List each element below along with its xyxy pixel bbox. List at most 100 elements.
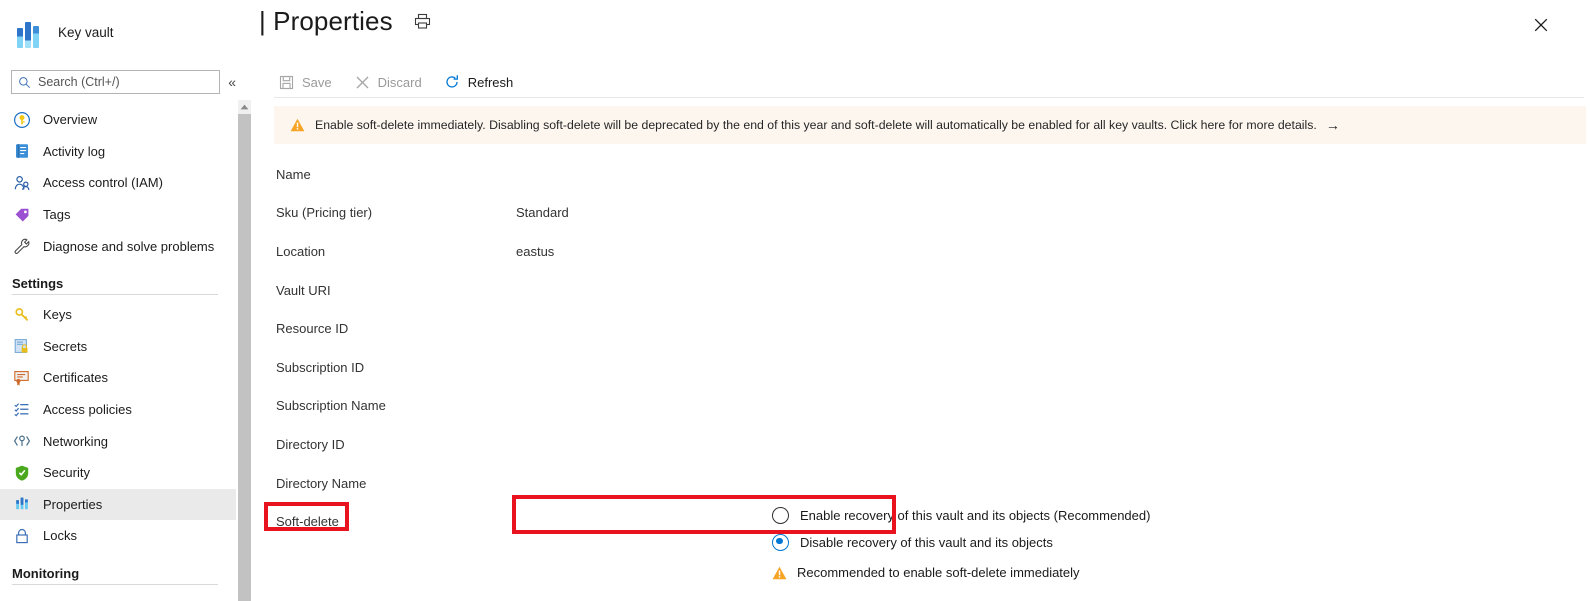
radio-enable-recovery[interactable]: Enable recovery of this vault and its ob…: [772, 502, 1150, 528]
sidebar-scrollbar[interactable]: [238, 100, 251, 601]
properties-icon: [12, 494, 32, 514]
sidebar-item-label: Locks: [43, 528, 77, 544]
property-row: Subscription ID: [274, 348, 1374, 387]
sidebar-item-overview[interactable]: Overview: [0, 104, 236, 136]
key-vault-icon: [12, 16, 44, 48]
property-label: Location: [276, 243, 326, 259]
refresh-label: Refresh: [467, 74, 514, 90]
sidebar-item-diagnose-and-solve-problems[interactable]: Diagnose and solve problems: [0, 230, 236, 262]
sidebar-section-divider: [12, 293, 218, 295]
property-row: Name: [274, 155, 1374, 194]
sidebar-item-label: Overview: [43, 112, 98, 128]
sidebar-item-label: Certificates: [43, 370, 109, 386]
access-policies-icon: [12, 400, 32, 420]
property-label: Directory ID: [276, 436, 345, 452]
sidebar-item-label: Networking: [43, 433, 109, 449]
sidebar-item-locks[interactable]: Locks: [0, 520, 236, 552]
certificate-icon: [12, 368, 32, 388]
shield-icon: [12, 463, 32, 483]
sidebar-item-networking[interactable]: Networking: [0, 425, 236, 457]
tags-icon: [12, 205, 32, 225]
activity-log-icon: [12, 141, 32, 161]
property-value: eastus: [516, 243, 555, 259]
resource-brand: Key vault: [12, 10, 114, 54]
close-icon: [1534, 18, 1548, 32]
sidebar-item-access-policies[interactable]: Access policies: [0, 394, 236, 426]
azure-portal-key-vault-properties: Key vault « Overview Activity log Access c…: [0, 0, 1590, 601]
property-row: Vault URI: [274, 271, 1374, 310]
radio-disable-recovery-label: Disable recovery of this vault and its o…: [800, 534, 1053, 550]
sidebar: Key vault « Overview Activity log Access c…: [0, 0, 236, 601]
print-icon[interactable]: [413, 12, 432, 36]
refresh-icon: [444, 74, 461, 91]
save-label: Save: [302, 74, 332, 90]
scroll-up-arrow-icon[interactable]: [238, 100, 251, 114]
overview-key-icon: [12, 110, 32, 130]
sidebar-item-keys[interactable]: Keys: [0, 299, 236, 331]
property-row: Directory ID: [274, 425, 1374, 464]
property-label: Sku (Pricing tier): [276, 205, 373, 221]
sidebar-item-access-control-iam[interactable]: Access control (IAM): [0, 167, 236, 199]
save-icon: [278, 74, 295, 91]
discard-button[interactable]: Discard: [354, 74, 422, 91]
radio-checked-icon[interactable]: [772, 533, 789, 551]
sidebar-section-divider: [12, 583, 218, 585]
sidebar-item-activity-log[interactable]: Activity log: [0, 136, 236, 168]
sidebar-item-label: Activity log: [43, 143, 106, 159]
warning-banner-text: Enable soft-delete immediately. Disablin…: [315, 118, 1317, 132]
search-input[interactable]: [36, 74, 214, 90]
soft-delete-recommendation-text: Recommended to enable soft-delete immedi…: [797, 565, 1080, 580]
sidebar-item-certificates[interactable]: Certificates: [0, 362, 236, 394]
collapse-sidebar-icon[interactable]: «: [228, 75, 236, 89]
page-title: | Properties: [259, 6, 393, 36]
lock-icon: [12, 526, 32, 546]
soft-delete-recommendation: Recommended to enable soft-delete immedi…: [772, 565, 1080, 580]
sidebar-nav-list: Overview Activity log Access control (IAM)…: [0, 104, 236, 601]
command-bar: Save Discard Refresh: [278, 68, 535, 96]
property-row: Resource ID: [274, 309, 1374, 348]
command-bar-divider: [274, 97, 1584, 98]
property-label: Subscription Name: [276, 398, 386, 414]
discard-label: Discard: [377, 74, 422, 90]
access-control-icon: [12, 173, 32, 193]
properties-list: Name Sku (Pricing tier) Standard Location ea…: [274, 155, 1374, 541]
sidebar-search-row: «: [11, 70, 236, 94]
sidebar-item-label: Tags: [43, 207, 71, 223]
sidebar-item-label: Access policies: [43, 402, 132, 418]
soft-delete-radio-group: Enable recovery of this vault and its ob…: [772, 502, 1150, 555]
sidebar-item-security[interactable]: Security: [0, 457, 236, 489]
property-label: Subscription ID: [276, 359, 365, 375]
radio-enable-recovery-label: Enable recovery of this vault and its ob…: [800, 507, 1151, 523]
sidebar-item-properties[interactable]: Properties: [0, 488, 236, 521]
property-row: Subscription Name: [274, 387, 1374, 426]
property-label: Name: [276, 166, 311, 182]
sidebar-section-settings: Settings: [12, 275, 64, 291]
refresh-button[interactable]: Refresh: [444, 74, 514, 91]
property-label: Soft-delete: [276, 514, 339, 530]
wrench-icon: [12, 236, 32, 256]
soft-delete-warning-banner[interactable]: Enable soft-delete immediately. Disablin…: [274, 106, 1586, 144]
sidebar-item-tags[interactable]: Tags: [0, 199, 236, 231]
sidebar-item-secrets[interactable]: Secrets: [0, 331, 236, 363]
radio-disable-recovery[interactable]: Disable recovery of this vault and its o…: [772, 529, 1150, 555]
radio-unchecked-icon[interactable]: [772, 506, 789, 524]
scrollbar-thumb[interactable]: [238, 114, 251, 601]
sidebar-item-label: Access control (IAM): [43, 175, 163, 191]
sidebar-item-label: Properties: [43, 496, 103, 512]
discard-icon: [354, 74, 371, 91]
resource-type-label: Key vault: [58, 24, 114, 40]
page-title-row: | Properties: [259, 6, 432, 37]
close-button[interactable]: [1530, 14, 1552, 36]
search-icon: [19, 76, 31, 88]
property-value: Standard: [516, 205, 569, 221]
property-row: Directory Name: [274, 464, 1374, 503]
property-row: Location eastus: [274, 232, 1374, 271]
warning-icon: [772, 566, 787, 579]
search-box[interactable]: [11, 70, 221, 94]
sidebar-item-label: Keys: [43, 307, 72, 323]
networking-icon: [12, 431, 32, 451]
warning-banner-arrow-icon[interactable]: →: [1326, 117, 1340, 133]
property-label: Vault URI: [276, 282, 331, 298]
sidebar-item-label: Secrets: [43, 338, 88, 354]
save-button[interactable]: Save: [278, 74, 332, 91]
